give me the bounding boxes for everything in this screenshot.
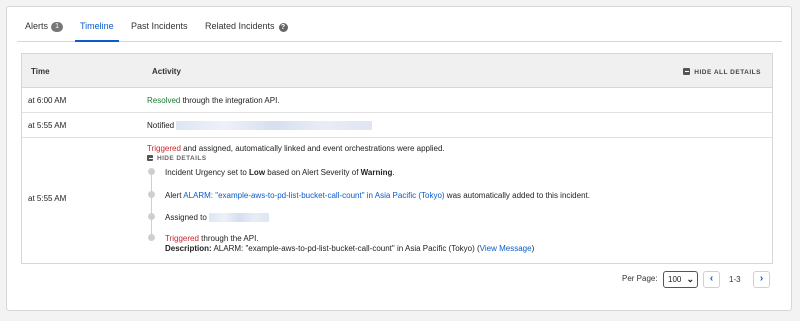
timeline-connector bbox=[151, 170, 152, 236]
tab-related-incidents-label: Related Incidents bbox=[205, 21, 275, 31]
table-row: at 5:55 AM Notified bbox=[22, 113, 772, 138]
urgency-text: . bbox=[392, 168, 395, 177]
detail-description: Description: ALARM: "example-aws-to-pd-l… bbox=[165, 244, 534, 253]
status-triggered: Triggered bbox=[147, 144, 181, 153]
alerts-count-badge: 1 bbox=[51, 22, 64, 32]
alert-text: was automatically added to this incident… bbox=[444, 191, 590, 200]
urgency-text: based on Alert Severity of bbox=[265, 168, 361, 177]
chevron-left-icon: ‹ bbox=[709, 273, 714, 284]
status-resolved: Resolved bbox=[147, 96, 181, 105]
chevron-right-icon: › bbox=[759, 273, 764, 284]
timeline-dot bbox=[148, 213, 155, 220]
help-icon[interactable]: ? bbox=[278, 23, 288, 32]
alert-text: Alert bbox=[165, 191, 184, 200]
next-page-button[interactable]: › bbox=[753, 271, 770, 288]
timeline-dot bbox=[148, 168, 155, 175]
tab-timeline[interactable]: Timeline bbox=[75, 19, 119, 42]
column-header-time: Time bbox=[31, 67, 50, 76]
timeline-dot bbox=[148, 234, 155, 241]
alert-link[interactable]: ALARM: "example-aws-to-pd-list-bucket-ca… bbox=[183, 191, 444, 200]
detail-urgency: Incident Urgency set to Low based on Ale… bbox=[165, 168, 395, 177]
status-triggered: Triggered bbox=[165, 234, 199, 243]
hide-details-button[interactable]: HIDE DETAILS bbox=[147, 155, 206, 162]
per-page-value: 100 bbox=[668, 275, 682, 284]
hide-all-details-label: HIDE ALL DETAILS bbox=[694, 69, 761, 76]
column-header-activity: Activity bbox=[152, 67, 181, 76]
row-time: at 6:00 AM bbox=[28, 96, 67, 105]
row-activity: Triggered and assigned, automatically li… bbox=[147, 144, 445, 153]
hide-details-label: HIDE DETAILS bbox=[157, 155, 207, 162]
urgency-value: Low bbox=[249, 168, 266, 177]
detail-trigger: Triggered through the API. bbox=[165, 234, 259, 243]
description-text: ALARM: "example-aws-to-pd-list-bucket-ca… bbox=[211, 244, 480, 253]
row-activity: Resolved through the integration API. bbox=[147, 96, 280, 105]
tab-timeline-label: Timeline bbox=[80, 21, 114, 31]
hide-all-details-button[interactable]: HIDE ALL DETAILS bbox=[683, 68, 761, 76]
description-text: ) bbox=[531, 244, 535, 253]
tab-past-incidents[interactable]: Past Incidents bbox=[131, 19, 188, 42]
row-activity: Notified bbox=[147, 121, 373, 130]
per-page-label: Per Page: bbox=[622, 274, 658, 283]
view-message-link[interactable]: View Message bbox=[480, 244, 532, 253]
detail-alert: Alert ALARM: "example-aws-to-pd-list-buc… bbox=[165, 191, 590, 200]
urgency-text: Incident Urgency set to bbox=[165, 168, 250, 177]
activity-text: and assigned, automatically linked and e… bbox=[180, 144, 445, 153]
detail-assigned: Assigned to bbox=[165, 213, 270, 222]
tab-bar: Alerts 1 Timeline Past Incidents Related … bbox=[17, 19, 782, 42]
redacted-recipients bbox=[176, 121, 373, 130]
page-range: 1-3 bbox=[729, 275, 741, 284]
severity-value: Warning bbox=[360, 168, 393, 177]
tab-related-incidents[interactable]: Related Incidents? bbox=[205, 19, 288, 42]
assigned-text: Assigned to bbox=[165, 213, 210, 222]
row-time: at 5:55 AM bbox=[28, 121, 67, 130]
description-label: Description: bbox=[165, 244, 212, 253]
trigger-text: through the API. bbox=[198, 234, 259, 243]
timeline-table: Time Activity HIDE ALL DETAILS at 6:00 A… bbox=[21, 53, 773, 264]
per-page-select[interactable]: 100 ⌄ bbox=[663, 271, 698, 288]
tab-alerts-label: Alerts bbox=[25, 21, 49, 31]
tab-alerts[interactable]: Alerts 1 bbox=[25, 19, 64, 42]
tab-past-incidents-label: Past Incidents bbox=[131, 21, 188, 31]
collapse-icon bbox=[683, 68, 691, 75]
chevron-down-icon: ⌄ bbox=[686, 274, 694, 284]
previous-page-button[interactable]: ‹ bbox=[703, 271, 720, 288]
activity-text: Notified bbox=[147, 121, 177, 130]
activity-text: through the integration API. bbox=[180, 96, 280, 105]
table-header: Time Activity HIDE ALL DETAILS bbox=[22, 54, 772, 88]
row-time: at 5:55 AM bbox=[28, 194, 67, 203]
table-row: at 5:55 AM Triggered and assigned, autom… bbox=[22, 138, 772, 264]
collapse-icon bbox=[147, 155, 153, 161]
redacted-assignee bbox=[209, 213, 270, 222]
table-row: at 6:00 AM Resolved through the integrat… bbox=[22, 88, 772, 113]
timeline-dot bbox=[148, 191, 155, 198]
